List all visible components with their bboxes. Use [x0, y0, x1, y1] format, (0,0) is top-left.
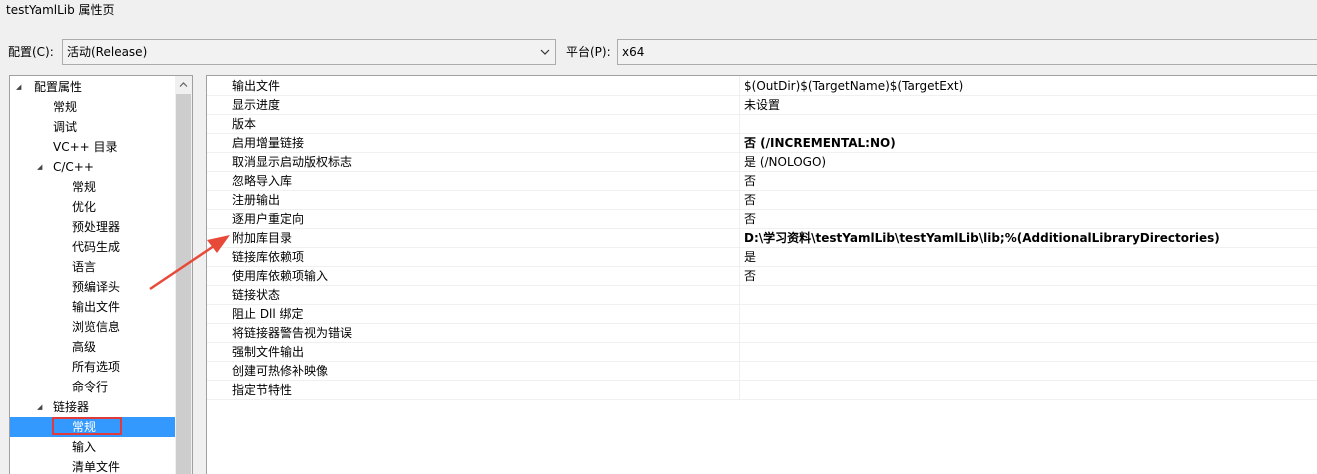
grid-row[interactable]: 忽略导入库 否	[207, 172, 1317, 191]
configuration-bar: 配置(C): 活动(Release) 平台(P): x64	[0, 38, 1317, 66]
tree-item-precompiled-headers[interactable]: 预编译头	[10, 277, 175, 297]
grid-row[interactable]: 强制文件输出	[207, 343, 1317, 362]
tree-item-language[interactable]: 语言	[10, 257, 175, 277]
platform-label: 平台(P):	[566, 45, 611, 59]
config-label: 配置(C):	[8, 45, 54, 59]
scroll-up-icon[interactable]	[175, 76, 192, 93]
grid-row[interactable]: 启用增量链接 否 (/INCREMENTAL:NO)	[207, 134, 1317, 153]
tree-item-linker[interactable]: ◢ 链接器	[10, 397, 175, 417]
grid-row[interactable]: 创建可热修补映像	[207, 362, 1317, 381]
tree-item-cpp-general[interactable]: 常规	[10, 177, 175, 197]
tree-item-output-files[interactable]: 输出文件	[10, 297, 175, 317]
config-dropdown[interactable]: 活动(Release)	[62, 39, 556, 65]
expand-triangle-icon[interactable]: ◢	[37, 157, 42, 177]
grid-row[interactable]: 使用库依赖项输入 否	[207, 267, 1317, 286]
grid-row[interactable]: 逐用户重定向 否	[207, 210, 1317, 229]
tree-item-config-properties[interactable]: ◢ 配置属性	[10, 77, 175, 97]
tree-item-browse-info[interactable]: 浏览信息	[10, 317, 175, 337]
grid-row[interactable]: 注册输出 否	[207, 191, 1317, 210]
grid-row-additional-library-directories[interactable]: 附加库目录 D:\学习资料\testYamlLib\testYamlLib\li…	[207, 229, 1317, 248]
window-title: testYamlLib 属性页	[6, 3, 115, 17]
expand-triangle-icon[interactable]: ◢	[37, 397, 42, 417]
tree-scrollbar[interactable]	[175, 76, 192, 474]
grid-row[interactable]: 版本	[207, 115, 1317, 134]
tree-item-input[interactable]: 输入	[10, 437, 175, 457]
tree-item-general[interactable]: 常规	[10, 97, 175, 117]
expand-triangle-icon[interactable]: ◢	[16, 77, 21, 97]
grid-row[interactable]: 阻止 Dll 绑定	[207, 305, 1317, 324]
tree-item-vc-directories[interactable]: VC++ 目录	[10, 137, 175, 157]
tree-item-preprocessor[interactable]: 预处理器	[10, 217, 175, 237]
property-grid[interactable]: 输出文件 $(OutDir)$(TargetName)$(TargetExt) …	[206, 75, 1317, 474]
grid-row[interactable]: 将链接器警告视为错误	[207, 324, 1317, 343]
highlight-annotation-box	[52, 417, 122, 435]
chevron-down-icon[interactable]	[536, 41, 554, 63]
platform-value: x64	[622, 45, 645, 59]
config-value: 活动(Release)	[67, 45, 148, 59]
tree-item-command-line[interactable]: 命令行	[10, 377, 175, 397]
grid-row[interactable]: 链接库依赖项 是	[207, 248, 1317, 267]
platform-dropdown[interactable]: x64	[617, 39, 1317, 65]
grid-row[interactable]: 取消显示启动版权标志 是 (/NOLOGO)	[207, 153, 1317, 172]
tree-item-code-generation[interactable]: 代码生成	[10, 237, 175, 257]
grid-row[interactable]: 指定节特性	[207, 381, 1317, 400]
grid-row[interactable]: 输出文件 $(OutDir)$(TargetName)$(TargetExt)	[207, 77, 1317, 96]
tree-item-manifest-file[interactable]: 清单文件	[10, 457, 175, 474]
scrollbar-thumb[interactable]	[176, 94, 191, 474]
tree-item-debugging[interactable]: 调试	[10, 117, 175, 137]
grid-row[interactable]: 显示进度 未设置	[207, 96, 1317, 115]
tree-item-advanced[interactable]: 高级	[10, 337, 175, 357]
tree-item-optimization[interactable]: 优化	[10, 197, 175, 217]
property-tree[interactable]: ◢ 配置属性 常规 调试 VC++ 目录 ◢ C/C++ 常规 优化 预处理器 …	[9, 75, 193, 474]
tree-item-cpp[interactable]: ◢ C/C++	[10, 157, 175, 177]
tree-item-all-options[interactable]: 所有选项	[10, 357, 175, 377]
grid-row[interactable]: 链接状态	[207, 286, 1317, 305]
